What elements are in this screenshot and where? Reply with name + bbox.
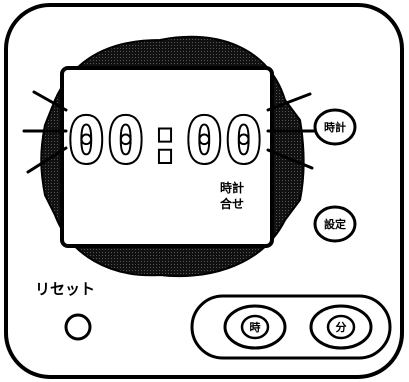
minute-button[interactable]: 分	[309, 304, 373, 350]
reset-button[interactable]	[64, 313, 92, 341]
reset-label: リセット	[35, 280, 95, 298]
set-button[interactable]: 設定	[313, 205, 357, 243]
clock-button[interactable]: 時計	[313, 108, 357, 146]
clock-set-indicator-line2: 合せ	[220, 196, 244, 211]
hour-button[interactable]: 時	[223, 304, 287, 350]
minute-button-label: 分	[336, 320, 347, 334]
clock-set-indicator-line1: 時計	[220, 180, 244, 195]
time-readout: 00:00	[68, 104, 265, 177]
hour-button-label: 時	[250, 320, 261, 334]
timer-device-diagram: 00:00 時計 合せ 時計 設定 リセット 時 分	[4, 3, 404, 379]
set-button-label: 設定	[324, 217, 346, 231]
clock-button-label: 時計	[324, 120, 346, 134]
